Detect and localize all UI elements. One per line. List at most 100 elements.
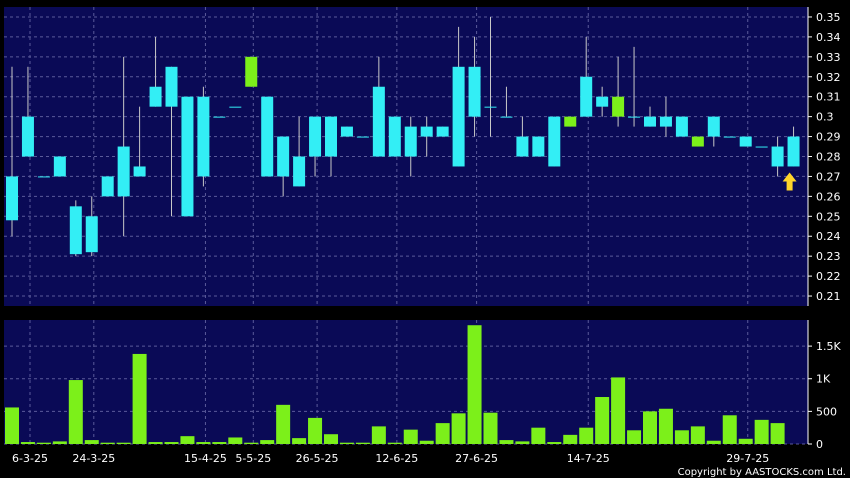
volume-bar <box>419 440 434 444</box>
volume-bar <box>451 413 466 444</box>
price-tick-label: 0.35 <box>816 11 841 24</box>
price-tick-label: 0.24 <box>816 230 841 243</box>
price-tick-label: 0.26 <box>816 190 841 203</box>
volume-bar <box>706 440 721 444</box>
candle-body <box>564 116 577 127</box>
candle-body <box>580 76 593 117</box>
candle-body <box>261 96 274 177</box>
candle-body <box>69 206 82 255</box>
candle-body <box>516 136 529 157</box>
volume-panel <box>4 320 808 444</box>
candle-body <box>149 86 162 107</box>
candle-body <box>197 96 210 177</box>
candle-body <box>691 136 704 147</box>
candle-body <box>356 136 369 138</box>
volume-bar <box>132 353 147 444</box>
volume-bar <box>5 407 19 444</box>
volume-bar <box>515 441 530 444</box>
candle-body <box>420 126 433 137</box>
volume-bar <box>355 442 370 444</box>
volume-bar <box>595 397 610 444</box>
volume-bar <box>20 442 35 444</box>
volume-bar <box>84 440 99 444</box>
x-tick-label: 24-3-25 <box>72 452 115 465</box>
volume-bar <box>196 442 211 444</box>
volume-bar <box>611 377 626 444</box>
volume-bar <box>770 423 785 444</box>
candle-body <box>213 116 226 118</box>
volume-bar <box>658 408 673 444</box>
price-tick-label: 0.25 <box>816 210 841 223</box>
price-tick-label: 0.23 <box>816 250 841 263</box>
candle-body <box>293 156 306 187</box>
candle-body <box>388 116 401 157</box>
volume-bar <box>148 442 163 444</box>
volume-bar <box>499 440 514 444</box>
volume-bar <box>52 441 67 444</box>
x-tick-label: 12-6-25 <box>375 452 418 465</box>
candle-body <box>787 136 800 167</box>
candle-body <box>468 66 481 117</box>
candle-body <box>596 96 609 107</box>
volume-tick-label: 1.5K <box>816 340 841 353</box>
price-tick-label: 0.34 <box>816 31 841 44</box>
candle-body <box>372 86 385 157</box>
price-tick-label: 0.33 <box>816 51 841 64</box>
price-tick-label: 0.27 <box>816 170 841 183</box>
x-tick-label: 26-5-25 <box>296 452 339 465</box>
candle-body <box>612 96 625 117</box>
price-tick-label: 0.31 <box>816 91 841 104</box>
volume-bar <box>292 438 307 444</box>
stock-chart: 0.35 0.34 0.33 0.32 0.31 0.3 0.29 0.28 0.27 0.26 0… <box>4 7 846 478</box>
volume-bar <box>308 417 323 444</box>
candle-body <box>771 146 784 167</box>
candle-body <box>723 136 736 138</box>
volume-bar <box>387 442 402 444</box>
candle-body <box>628 116 641 118</box>
candle-body <box>101 176 114 197</box>
x-tick-label: 27-6-25 <box>455 452 498 465</box>
copyright-text: Copyright by AASTOCKS.com Ltd. <box>678 467 846 478</box>
candle-body <box>659 116 672 127</box>
volume-bar <box>467 325 482 444</box>
candle-body <box>309 116 322 157</box>
volume-bar <box>164 442 179 444</box>
volume-bar <box>68 380 83 444</box>
candle-body <box>37 176 50 178</box>
volume-bar <box>531 427 546 444</box>
volume-tick-label: 1K <box>816 373 831 386</box>
volume-bar <box>674 430 689 444</box>
price-tick-label: 0.21 <box>816 290 841 303</box>
x-tick-label: 15-4-25 <box>184 452 227 465</box>
volume-bar <box>403 429 418 444</box>
x-tick-label: 6-3-25 <box>12 452 48 465</box>
volume-bar <box>228 437 243 444</box>
chart-stage: 0.35 0.34 0.33 0.32 0.31 0.3 0.29 0.28 0.27 0.26 0… <box>0 0 850 478</box>
candle-body <box>532 136 545 157</box>
volume-bar <box>244 442 259 444</box>
candle-body <box>755 146 768 148</box>
candle-body <box>277 136 290 177</box>
volume-bar <box>738 438 753 444</box>
volume-bar <box>483 412 498 444</box>
candle-body <box>739 136 752 147</box>
volume-bar <box>100 442 115 444</box>
x-tick-label: 29-7-25 <box>726 452 769 465</box>
candle-body <box>436 126 449 137</box>
price-tick-label: 0.3 <box>816 111 834 124</box>
candle-body <box>181 96 194 217</box>
volume-bar <box>579 427 594 444</box>
price-tick-label: 0.28 <box>816 151 841 164</box>
candle-body <box>6 176 18 221</box>
candle-body <box>325 116 337 157</box>
volume-bar <box>754 419 769 444</box>
price-tick-label: 0.29 <box>816 131 841 144</box>
volume-bar <box>36 442 51 444</box>
candle-body <box>21 116 34 157</box>
volume-tick-label: 0 <box>816 438 823 451</box>
price-tick-label: 0.32 <box>816 71 841 84</box>
candle-body <box>229 106 242 108</box>
volume-bar <box>212 442 227 444</box>
x-tick-label: 5-5-25 <box>235 452 271 465</box>
volume-bar <box>722 415 737 444</box>
